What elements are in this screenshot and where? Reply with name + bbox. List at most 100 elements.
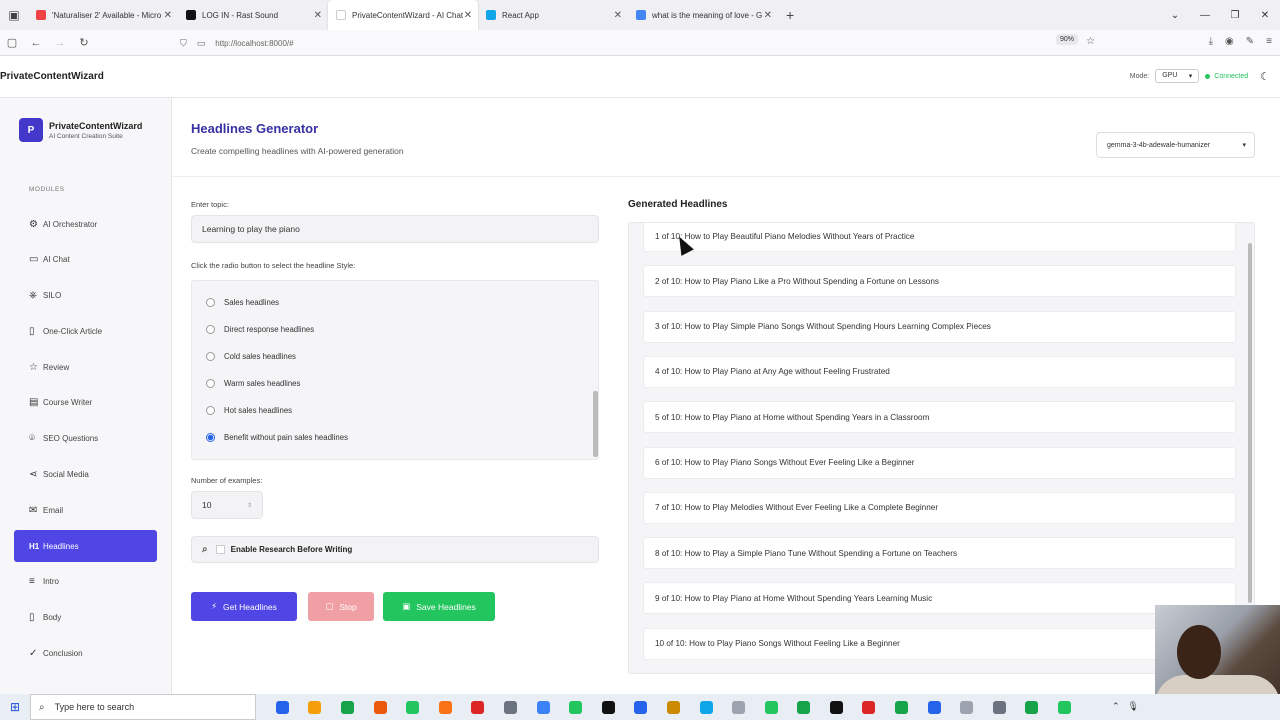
taskbar-app-icon[interactable] <box>885 694 918 720</box>
scrollbar[interactable] <box>1248 243 1252 603</box>
sidebar-item-social-media[interactable]: ⋖ Social Media <box>14 459 157 491</box>
browser-tab[interactable]: PrivateContentWizard - AI Chat ✕ <box>328 0 478 30</box>
taskbar-app-icon[interactable] <box>299 694 332 720</box>
headline-item[interactable]: 2 of 10: How to Play Piano Like a Pro Wi… <box>643 265 1236 298</box>
menu-icon[interactable]: ≡ <box>1266 36 1272 47</box>
taskbar-app-icon[interactable] <box>657 694 690 720</box>
radio-button[interactable] <box>206 325 215 334</box>
extensions-icon[interactable]: ✎ <box>1246 36 1254 47</box>
stop-button[interactable]: ▢ Stop <box>308 592 374 621</box>
headline-item[interactable]: 8 of 10: How to Play a Simple Piano Tune… <box>643 537 1236 570</box>
headline-item[interactable]: 7 of 10: How to Play Melodies Without Ev… <box>643 491 1236 524</box>
scrollbar[interactable] <box>593 391 598 457</box>
headline-style-option[interactable]: Benefit without pain sales headlines <box>206 433 348 442</box>
radio-button[interactable] <box>206 298 215 307</box>
headline-item[interactable]: 9 of 10: How to Play Piano at Home Witho… <box>643 582 1236 615</box>
taskbar-app-icon[interactable] <box>788 694 821 720</box>
taskbar-app-icon[interactable] <box>820 694 853 720</box>
radio-button[interactable] <box>206 352 215 361</box>
taskbar-app-icon[interactable] <box>396 694 429 720</box>
dark-mode-toggle-icon[interactable]: ☾ <box>1260 70 1270 83</box>
mode-select[interactable]: GPU ▾ <box>1155 69 1200 83</box>
taskbar-app-icon[interactable] <box>429 694 462 720</box>
sidebar-item-silo[interactable]: ⎈ SILO <box>14 280 157 312</box>
taskbar-app-icon[interactable] <box>853 694 886 720</box>
taskbar-app-icon[interactable] <box>918 694 951 720</box>
windows-start-icon[interactable]: ⊞ <box>0 700 30 714</box>
headline-style-list[interactable]: Sales headlines Direct response headlines… <box>191 280 599 460</box>
research-checkbox[interactable] <box>215 545 225 554</box>
sidebar-item-review[interactable]: ☆ Review <box>14 351 157 383</box>
tab-close-icon[interactable]: ✕ <box>614 10 622 21</box>
get-headlines-button[interactable]: ⚡ Get Headlines <box>191 592 297 621</box>
zoom-indicator[interactable]: 90% <box>1056 34 1079 45</box>
headline-item[interactable]: 1 of 10: How to Play Beautiful Piano Mel… <box>643 223 1236 252</box>
sidebar-toggle-icon[interactable]: ▢ <box>0 36 24 49</box>
headline-style-option[interactable]: Sales headlines <box>206 298 279 307</box>
bookmark-star-icon[interactable]: ☆ <box>1086 36 1095 47</box>
taskbar-app-icon[interactable] <box>559 694 592 720</box>
model-select[interactable]: gemma-3-4b-adewale-humanizer ▾ <box>1096 132 1255 158</box>
taskbar-app-icon[interactable] <box>527 694 560 720</box>
close-window-icon[interactable]: ✕ <box>1250 10 1280 21</box>
save-headlines-button[interactable]: ▣ Save Headlines <box>383 592 495 621</box>
tab-overview-icon[interactable]: ▣ <box>0 8 28 22</box>
tab-list-icon[interactable]: ⌄ <box>1160 10 1190 21</box>
taskbar-app-icon[interactable] <box>983 694 1016 720</box>
taskbar-app-icon[interactable] <box>364 694 397 720</box>
sidebar-item-headlines[interactable]: H1 Headlines <box>14 530 157 563</box>
account-icon[interactable]: ◉ <box>1225 36 1234 47</box>
headline-style-option[interactable]: Hot sales headlines <box>206 406 292 415</box>
tab-close-icon[interactable]: ✕ <box>314 10 322 21</box>
sidebar-item-conclusion[interactable]: ✓ Conclusion <box>14 638 157 670</box>
sidebar-item-body[interactable]: ▯ Body <box>14 602 157 634</box>
taskbar-app-icon[interactable] <box>1048 694 1081 720</box>
radio-button[interactable] <box>206 433 215 442</box>
stepper-icon[interactable]: ⇕ <box>247 502 252 509</box>
sidebar-item-seo-questions[interactable]: ⌾ SEO Questions <box>14 423 157 455</box>
tab-close-icon[interactable]: ✕ <box>764 10 772 21</box>
sidebar-item-ai-chat[interactable]: ▭ AI Chat <box>14 244 157 276</box>
forward-icon[interactable]: → <box>48 37 72 49</box>
tab-close-icon[interactable]: ✕ <box>464 10 472 21</box>
downloads-icon[interactable]: ⤓ <box>1209 36 1213 47</box>
tray-chevron-icon[interactable]: ⌃ <box>1112 701 1120 712</box>
browser-tab[interactable]: LOG IN - Rast Sound ✕ <box>178 0 328 30</box>
sidebar-item-course-writer[interactable]: ▤ Course Writer <box>14 387 157 419</box>
minimize-icon[interactable]: — <box>1190 10 1220 21</box>
taskbar-app-icon[interactable] <box>950 694 983 720</box>
sidebar-item-intro[interactable]: ≡ Intro <box>14 566 157 598</box>
browser-tab[interactable]: what is the meaning of love - G ✕ <box>628 0 778 30</box>
taskbar-app-icon[interactable] <box>331 694 364 720</box>
taskbar-app-icon[interactable] <box>494 694 527 720</box>
radio-button[interactable] <box>206 406 215 415</box>
new-tab-icon[interactable]: + <box>786 7 794 23</box>
taskbar-app-icon[interactable] <box>690 694 723 720</box>
tab-close-icon[interactable]: ✕ <box>164 10 172 21</box>
headline-style-option[interactable]: Cold sales headlines <box>206 352 296 361</box>
radio-button[interactable] <box>206 379 215 388</box>
headline-style-option[interactable]: Warm sales headlines <box>206 379 300 388</box>
research-toggle[interactable]: ⌕ Enable Research Before Writing <box>191 536 599 563</box>
taskbar-app-icon[interactable] <box>722 694 755 720</box>
taskbar-app-icon[interactable] <box>462 694 495 720</box>
headline-item[interactable]: 6 of 10: How to Play Piano Songs Without… <box>643 446 1236 479</box>
browser-tab[interactable]: React App ✕ <box>478 0 628 30</box>
taskbar-app-icon[interactable] <box>592 694 625 720</box>
address-bar[interactable]: ⛉ ▭ http://localhost:8000/# <box>180 34 1100 52</box>
reload-icon[interactable]: ↻ <box>72 36 96 49</box>
sidebar-item-ai-orchestrator[interactable]: ⚙ AI Orchestrator <box>14 208 157 240</box>
browser-tab[interactable]: 'Naturaliser 2' Available - Micro ✕ <box>28 0 178 30</box>
taskbar-app-icon[interactable] <box>755 694 788 720</box>
taskbar-search[interactable]: ⌕ Type here to search <box>30 694 256 720</box>
headline-item[interactable]: 5 of 10: How to Play Piano at Home witho… <box>643 401 1236 434</box>
restore-icon[interactable]: ❐ <box>1220 10 1250 21</box>
taskbar-app-icon[interactable] <box>1016 694 1049 720</box>
taskbar-app-icon[interactable] <box>625 694 658 720</box>
microphone-icon[interactable]: 🎙 <box>1128 701 1139 712</box>
sidebar-item-email[interactable]: ✉ Email <box>14 494 157 526</box>
taskbar-app-icon[interactable] <box>266 694 299 720</box>
headline-style-option[interactable]: Direct response headlines <box>206 325 314 334</box>
sidebar-item-one-click-article[interactable]: ▯ One-Click Article <box>14 315 157 347</box>
back-icon[interactable]: ← <box>24 37 48 49</box>
